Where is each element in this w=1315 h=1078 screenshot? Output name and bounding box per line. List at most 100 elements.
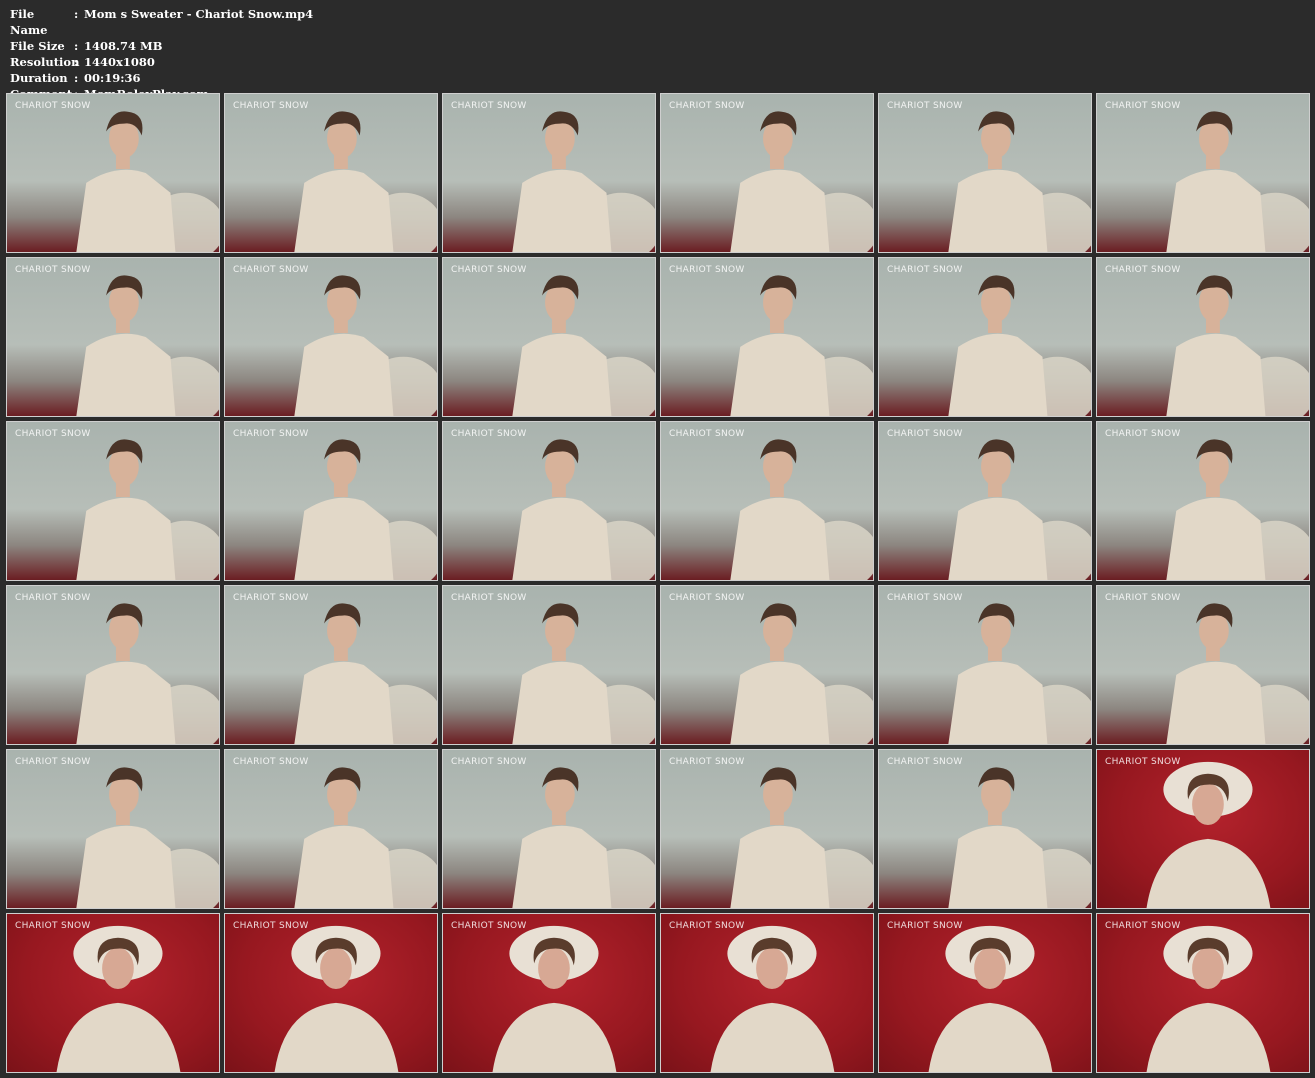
watermark-text: CHARIOT SNOW <box>15 429 91 439</box>
video-thumbnail[interactable]: CHARIOT SNOW <box>660 585 874 745</box>
scene-figure <box>274 925 399 1072</box>
watermark-text: CHARIOT SNOW <box>15 921 91 931</box>
video-thumbnail[interactable]: CHARIOT SNOW <box>224 257 438 417</box>
watermark-text: CHARIOT SNOW <box>887 429 963 439</box>
video-thumbnail[interactable]: CHARIOT SNOW <box>442 913 656 1073</box>
scene-figure <box>492 925 617 1072</box>
watermark-text: CHARIOT SNOW <box>15 265 91 275</box>
video-thumbnail[interactable]: CHARIOT SNOW <box>442 421 656 581</box>
watermark-text: CHARIOT SNOW <box>451 101 527 111</box>
scene-figure <box>948 603 1091 744</box>
scene-figure <box>1166 603 1309 744</box>
watermark-text: CHARIOT SNOW <box>887 921 963 931</box>
scene-figure <box>294 767 437 908</box>
watermark-text: CHARIOT SNOW <box>669 593 745 603</box>
info-label: Duration <box>10 71 68 85</box>
video-thumbnail[interactable]: CHARIOT SNOW <box>6 421 220 581</box>
video-thumbnail[interactable]: CHARIOT SNOW <box>224 585 438 745</box>
info-row-file-size: File Size : 1408.74 MB <box>10 38 313 54</box>
scene-figure <box>948 439 1091 580</box>
video-thumbnail[interactable]: CHARIOT SNOW <box>6 913 220 1073</box>
video-thumbnail[interactable]: CHARIOT SNOW <box>6 585 220 745</box>
video-thumbnail[interactable]: CHARIOT SNOW <box>660 93 874 253</box>
watermark-text: CHARIOT SNOW <box>669 429 745 439</box>
scene-figure <box>730 603 873 744</box>
watermark-text: CHARIOT SNOW <box>887 757 963 767</box>
video-thumbnail[interactable]: CHARIOT SNOW <box>6 257 220 417</box>
video-thumbnail[interactable]: CHARIOT SNOW <box>1096 913 1310 1073</box>
scene-figure <box>512 439 655 580</box>
scene-figure <box>1146 925 1271 1072</box>
video-thumbnail[interactable]: CHARIOT SNOW <box>6 749 220 909</box>
watermark-text: CHARIOT SNOW <box>1105 757 1181 767</box>
scene-figure <box>948 275 1091 416</box>
info-row-file-name: File Name : Mom s Sweater - Chariot Snow… <box>10 6 313 38</box>
scene-figure <box>76 111 219 252</box>
watermark-text: CHARIOT SNOW <box>1105 101 1181 111</box>
watermark-text: CHARIOT SNOW <box>451 757 527 767</box>
video-thumbnail[interactable]: CHARIOT SNOW <box>442 585 656 745</box>
watermark-text: CHARIOT SNOW <box>451 593 527 603</box>
scene-figure <box>730 767 873 908</box>
scene-figure <box>294 275 437 416</box>
video-thumbnail[interactable]: CHARIOT SNOW <box>1096 749 1310 909</box>
scene-figure <box>948 111 1091 252</box>
video-thumbnail[interactable]: CHARIOT SNOW <box>1096 93 1310 253</box>
watermark-text: CHARIOT SNOW <box>15 101 91 111</box>
video-thumbnail[interactable]: CHARIOT SNOW <box>442 93 656 253</box>
watermark-text: CHARIOT SNOW <box>233 265 309 275</box>
video-thumbnail[interactable]: CHARIOT SNOW <box>224 749 438 909</box>
scene-figure <box>1146 761 1271 908</box>
info-value: 00:19:36 <box>84 71 141 85</box>
video-thumbnail[interactable]: CHARIOT SNOW <box>878 421 1092 581</box>
video-thumbnail[interactable]: CHARIOT SNOW <box>224 913 438 1073</box>
info-label: Resolution <box>10 55 80 69</box>
scene-figure <box>76 439 219 580</box>
watermark-text: CHARIOT SNOW <box>887 101 963 111</box>
video-thumbnail[interactable]: CHARIOT SNOW <box>442 749 656 909</box>
scene-figure <box>730 439 873 580</box>
video-thumbnail[interactable]: CHARIOT SNOW <box>224 421 438 581</box>
video-thumbnail[interactable]: CHARIOT SNOW <box>1096 421 1310 581</box>
scene-figure <box>928 925 1053 1072</box>
info-row-duration: Duration : 00:19:36 <box>10 70 313 86</box>
info-label: File Name <box>10 7 48 37</box>
video-thumbnail[interactable]: CHARIOT SNOW <box>878 913 1092 1073</box>
watermark-text: CHARIOT SNOW <box>451 921 527 931</box>
info-value: Mom s Sweater - Chariot Snow.mp4 <box>84 7 314 21</box>
info-separator: : <box>74 7 79 21</box>
watermark-text: CHARIOT SNOW <box>233 921 309 931</box>
watermark-text: CHARIOT SNOW <box>669 101 745 111</box>
scene-figure <box>1166 111 1309 252</box>
video-thumbnail[interactable]: CHARIOT SNOW <box>660 913 874 1073</box>
video-thumbnail[interactable]: CHARIOT SNOW <box>878 257 1092 417</box>
watermark-text: CHARIOT SNOW <box>669 921 745 931</box>
scene-figure <box>294 603 437 744</box>
info-value: 1408.74 MB <box>84 39 163 53</box>
video-thumbnail[interactable]: CHARIOT SNOW <box>442 257 656 417</box>
video-thumbnail[interactable]: CHARIOT SNOW <box>660 421 874 581</box>
info-label: File Size <box>10 39 65 53</box>
video-thumbnail[interactable]: CHARIOT SNOW <box>878 749 1092 909</box>
video-thumbnail[interactable]: CHARIOT SNOW <box>224 93 438 253</box>
video-thumbnail[interactable]: CHARIOT SNOW <box>660 749 874 909</box>
scene-figure <box>1166 439 1309 580</box>
watermark-text: CHARIOT SNOW <box>15 757 91 767</box>
watermark-text: CHARIOT SNOW <box>15 593 91 603</box>
video-thumbnail[interactable]: CHARIOT SNOW <box>1096 585 1310 745</box>
scene-figure <box>512 111 655 252</box>
scene-figure <box>76 767 219 908</box>
video-thumbnail[interactable]: CHARIOT SNOW <box>6 93 220 253</box>
scene-figure <box>294 111 437 252</box>
video-thumbnail[interactable]: CHARIOT SNOW <box>878 93 1092 253</box>
watermark-text: CHARIOT SNOW <box>669 757 745 767</box>
watermark-text: CHARIOT SNOW <box>1105 593 1181 603</box>
video-thumbnail[interactable]: CHARIOT SNOW <box>878 585 1092 745</box>
info-row-resolution: Resolution : 1440x1080 <box>10 54 313 70</box>
watermark-text: CHARIOT SNOW <box>233 101 309 111</box>
video-thumbnail[interactable]: CHARIOT SNOW <box>1096 257 1310 417</box>
watermark-text: CHARIOT SNOW <box>887 265 963 275</box>
file-info-panel: File Name : Mom s Sweater - Chariot Snow… <box>10 6 313 102</box>
info-separator: : <box>74 39 79 53</box>
video-thumbnail[interactable]: CHARIOT SNOW <box>660 257 874 417</box>
